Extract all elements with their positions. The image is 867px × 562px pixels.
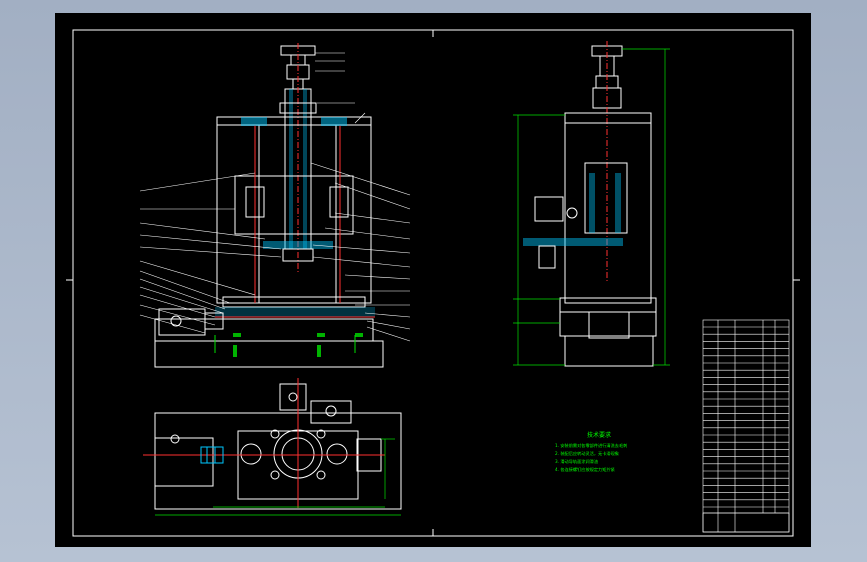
- tech-requirement-3: 3. 滑动导轨面涂润滑油: [555, 458, 598, 465]
- top-view: [143, 378, 402, 516]
- cad-viewport[interactable]: 技术要求 1. 安装前需对各零部件进行清洗去毛刺 2. 装配后应转动灵活，无卡滞…: [0, 0, 867, 562]
- tech-requirement-1: 1. 安装前需对各零部件进行清洗去毛刺: [555, 442, 627, 449]
- front-section-view: [139, 43, 411, 368]
- tech-requirement-2: 2. 装配后应转动灵活，无卡滞现象: [555, 450, 619, 457]
- side-view: [513, 41, 670, 367]
- tech-requirement-4: 4. 各连接螺钉应按规定力矩拧紧: [555, 466, 615, 473]
- tech-requirements: 技术要求 1. 安装前需对各零部件进行清洗去毛刺 2. 装配后应转动灵活，无卡滞…: [555, 431, 627, 473]
- parts-list: [702, 319, 790, 533]
- drawing-canvas: 技术要求 1. 安装前需对各零部件进行清洗去毛刺 2. 装配后应转动灵活，无卡滞…: [66, 29, 800, 537]
- drawing-sheet[interactable]: 技术要求 1. 安装前需对各零部件进行清洗去毛刺 2. 装配后应转动灵活，无卡滞…: [55, 13, 811, 547]
- inner-frame: [72, 29, 794, 537]
- tech-requirements-title: 技术要求: [587, 431, 611, 439]
